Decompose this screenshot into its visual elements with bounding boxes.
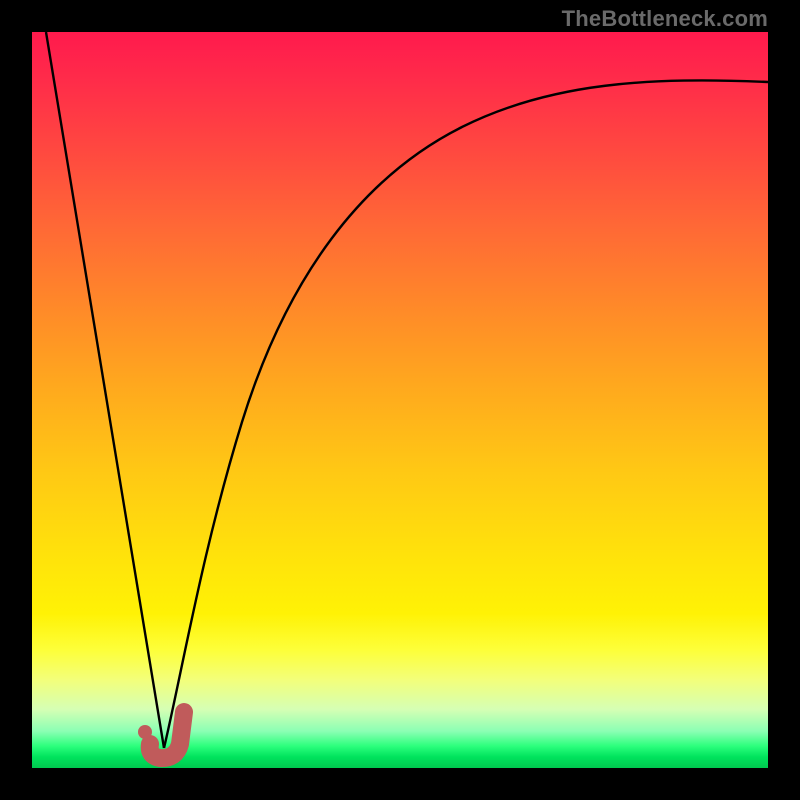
curve-right-ascent bbox=[164, 80, 768, 748]
curve-layer bbox=[32, 32, 768, 768]
chart-stage: TheBottleneck.com bbox=[0, 0, 800, 800]
optimal-dot-marker bbox=[138, 725, 152, 739]
watermark-text: TheBottleneck.com bbox=[562, 6, 768, 32]
plot-area bbox=[32, 32, 768, 768]
curve-left-descent bbox=[46, 32, 164, 748]
